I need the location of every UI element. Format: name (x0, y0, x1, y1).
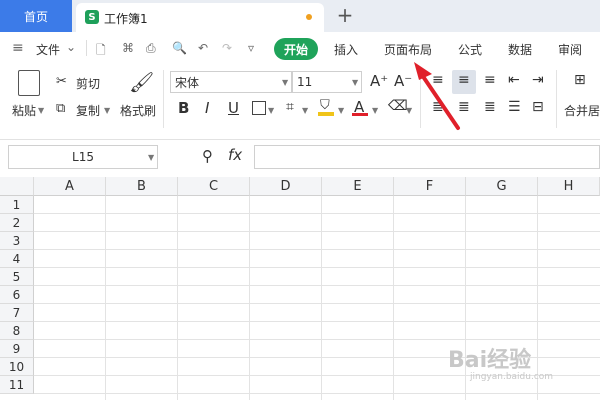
column-header[interactable]: E (322, 177, 394, 196)
grid-line (537, 196, 538, 400)
row-header[interactable]: 10 (0, 358, 34, 376)
row-header[interactable]: 4 (0, 250, 34, 268)
watermark-url: jingyan.baidu.com (470, 372, 554, 382)
grid-line (34, 285, 600, 286)
row-header[interactable]: 9 (0, 340, 34, 358)
grid-line (34, 339, 600, 340)
grid-line (105, 196, 106, 400)
zoom-icon[interactable]: ⚲ (202, 147, 213, 165)
row-header[interactable]: 7 (0, 304, 34, 322)
formula-input[interactable] (254, 145, 600, 169)
name-box[interactable]: L15 (8, 145, 158, 169)
row-header[interactable]: 2 (0, 214, 34, 232)
grid-line (321, 196, 322, 400)
row-header[interactable]: 5 (0, 268, 34, 286)
column-header[interactable]: H (538, 177, 600, 196)
row-header[interactable]: 11 (0, 376, 34, 394)
grid-line (34, 267, 600, 268)
column-header[interactable]: C (178, 177, 250, 196)
grid-line (249, 196, 250, 400)
grid-line (177, 196, 178, 400)
column-header[interactable]: B (106, 177, 178, 196)
column-header[interactable]: D (250, 177, 322, 196)
column-header[interactable]: F (394, 177, 466, 196)
row-header[interactable]: 3 (0, 232, 34, 250)
grid-line (34, 393, 600, 394)
column-header[interactable]: A (34, 177, 106, 196)
fx-button[interactable]: fx (228, 146, 242, 164)
watermark: Bai经验 (448, 348, 532, 373)
row-header[interactable]: 1 (0, 196, 34, 214)
row-header[interactable]: 6 (0, 286, 34, 304)
grid-line (393, 196, 394, 400)
grid-line (34, 321, 600, 322)
grid-line (34, 303, 600, 304)
column-header[interactable]: G (466, 177, 538, 196)
grid-line (34, 231, 600, 232)
grid-line (34, 213, 600, 214)
row-header[interactable]: 8 (0, 322, 34, 340)
select-all-corner[interactable] (0, 177, 34, 196)
grid-line (34, 249, 600, 250)
